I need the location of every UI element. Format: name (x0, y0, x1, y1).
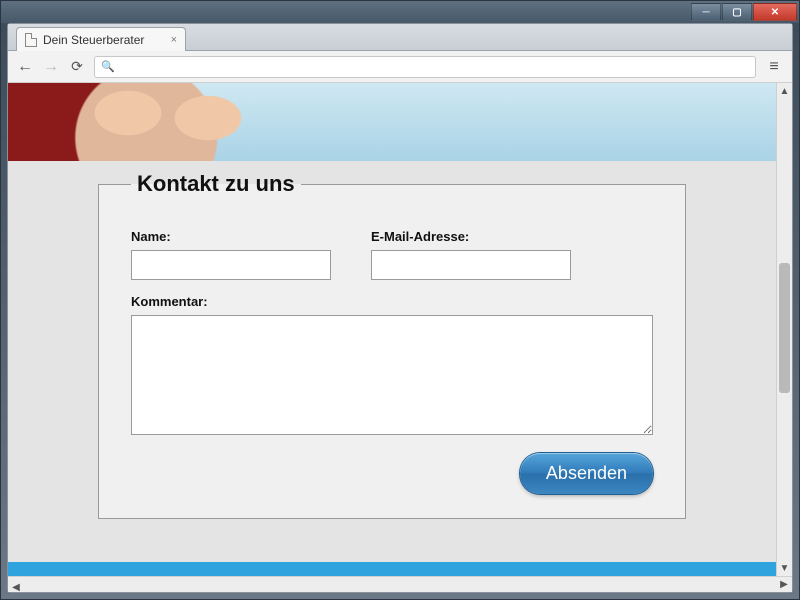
contact-legend: Kontakt zu uns (131, 171, 301, 197)
vertical-scroll-thumb[interactable] (779, 263, 790, 393)
reload-button[interactable]: ⟳ (68, 58, 86, 75)
hero-image-hand (68, 83, 288, 163)
forward-button[interactable]: → (42, 58, 60, 76)
window-minimize-button[interactable] (691, 3, 721, 21)
os-window: Dein Steuerberater × ← → ⟳ 🔍 ≡ Kontak (0, 0, 800, 600)
window-titlebar (1, 1, 799, 23)
address-input[interactable] (121, 60, 749, 74)
browser-window: Dein Steuerberater × ← → ⟳ 🔍 ≡ Kontak (7, 23, 793, 593)
tab-close-button[interactable]: × (171, 34, 177, 46)
comment-field[interactable] (131, 315, 653, 435)
browser-tab[interactable]: Dein Steuerberater × (16, 27, 186, 51)
comment-label: Kommentar: (131, 294, 653, 309)
hero-image (8, 83, 776, 161)
viewport: Kontakt zu uns Name: E-Mail-Adresse: (8, 83, 792, 592)
vertical-scrollbar[interactable]: ▲ ▼ (776, 83, 792, 576)
scroll-right-arrow-icon[interactable]: ▶ (776, 577, 792, 592)
name-field[interactable] (131, 250, 331, 280)
page-icon (25, 33, 37, 47)
search-icon: 🔍 (101, 60, 115, 73)
browser-toolbar: ← → ⟳ 🔍 ≡ (8, 51, 792, 83)
scroll-down-arrow-icon[interactable]: ▼ (777, 560, 792, 576)
page-content: Kontakt zu uns Name: E-Mail-Adresse: (8, 83, 776, 576)
tabstrip: Dein Steuerberater × (8, 24, 792, 51)
window-close-button[interactable] (753, 3, 797, 21)
email-field[interactable] (371, 250, 571, 280)
submit-button[interactable]: Absenden (520, 453, 653, 494)
scroll-left-arrow-icon[interactable]: ◀ (8, 580, 24, 592)
menu-button[interactable]: ≡ (764, 58, 784, 76)
scroll-up-arrow-icon[interactable]: ▲ (777, 83, 792, 99)
footer-bar (8, 562, 776, 576)
window-maximize-button[interactable] (722, 3, 752, 21)
back-button[interactable]: ← (16, 58, 34, 76)
name-label: Name: (131, 229, 331, 244)
address-bar[interactable]: 🔍 (94, 56, 756, 78)
tab-title: Dein Steuerberater (43, 33, 144, 47)
contact-fieldset: Kontakt zu uns Name: E-Mail-Adresse: (98, 171, 686, 519)
horizontal-scrollbar[interactable]: ◀ ▶ (8, 576, 792, 592)
email-label: E-Mail-Adresse: (371, 229, 571, 244)
